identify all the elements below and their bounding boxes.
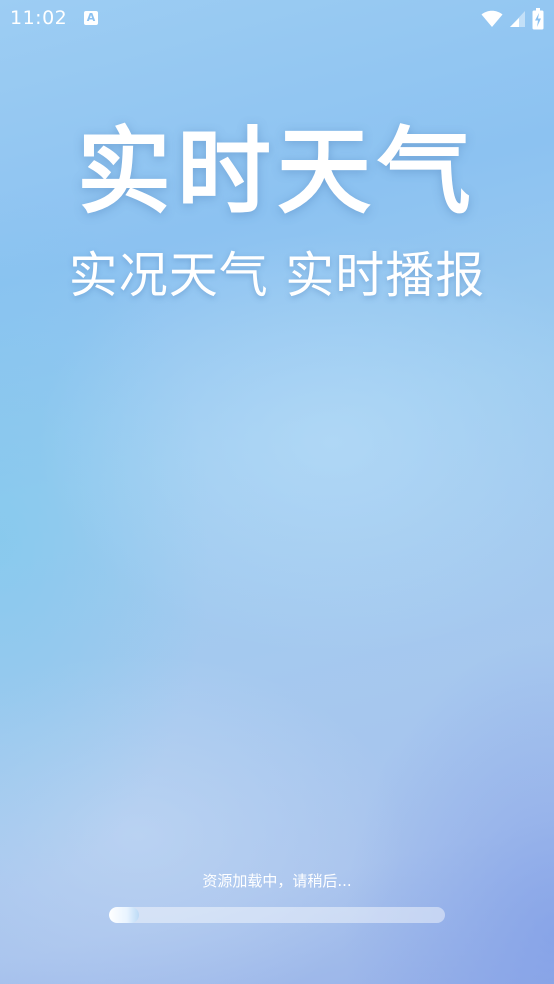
status-bar: 11:02 A <box>0 0 554 40</box>
cellular-signal-icon <box>510 11 525 27</box>
status-icons <box>481 8 544 30</box>
loading-progress-bar <box>109 907 445 923</box>
app-subtitle: 实况天气 实时播报 <box>68 247 486 304</box>
splash-screen: { "status_bar": { "time": "11:02", "app_… <box>0 0 554 984</box>
app-notification-icon: A <box>84 11 98 25</box>
wifi-icon <box>481 10 503 27</box>
app-title: 实时天气 <box>76 118 477 227</box>
loading-progress-fill <box>109 907 140 923</box>
loading-status-text: 资源加载中，请稍后... <box>202 872 352 890</box>
status-time: 11:02 <box>10 7 68 29</box>
battery-charging-icon <box>532 8 544 30</box>
